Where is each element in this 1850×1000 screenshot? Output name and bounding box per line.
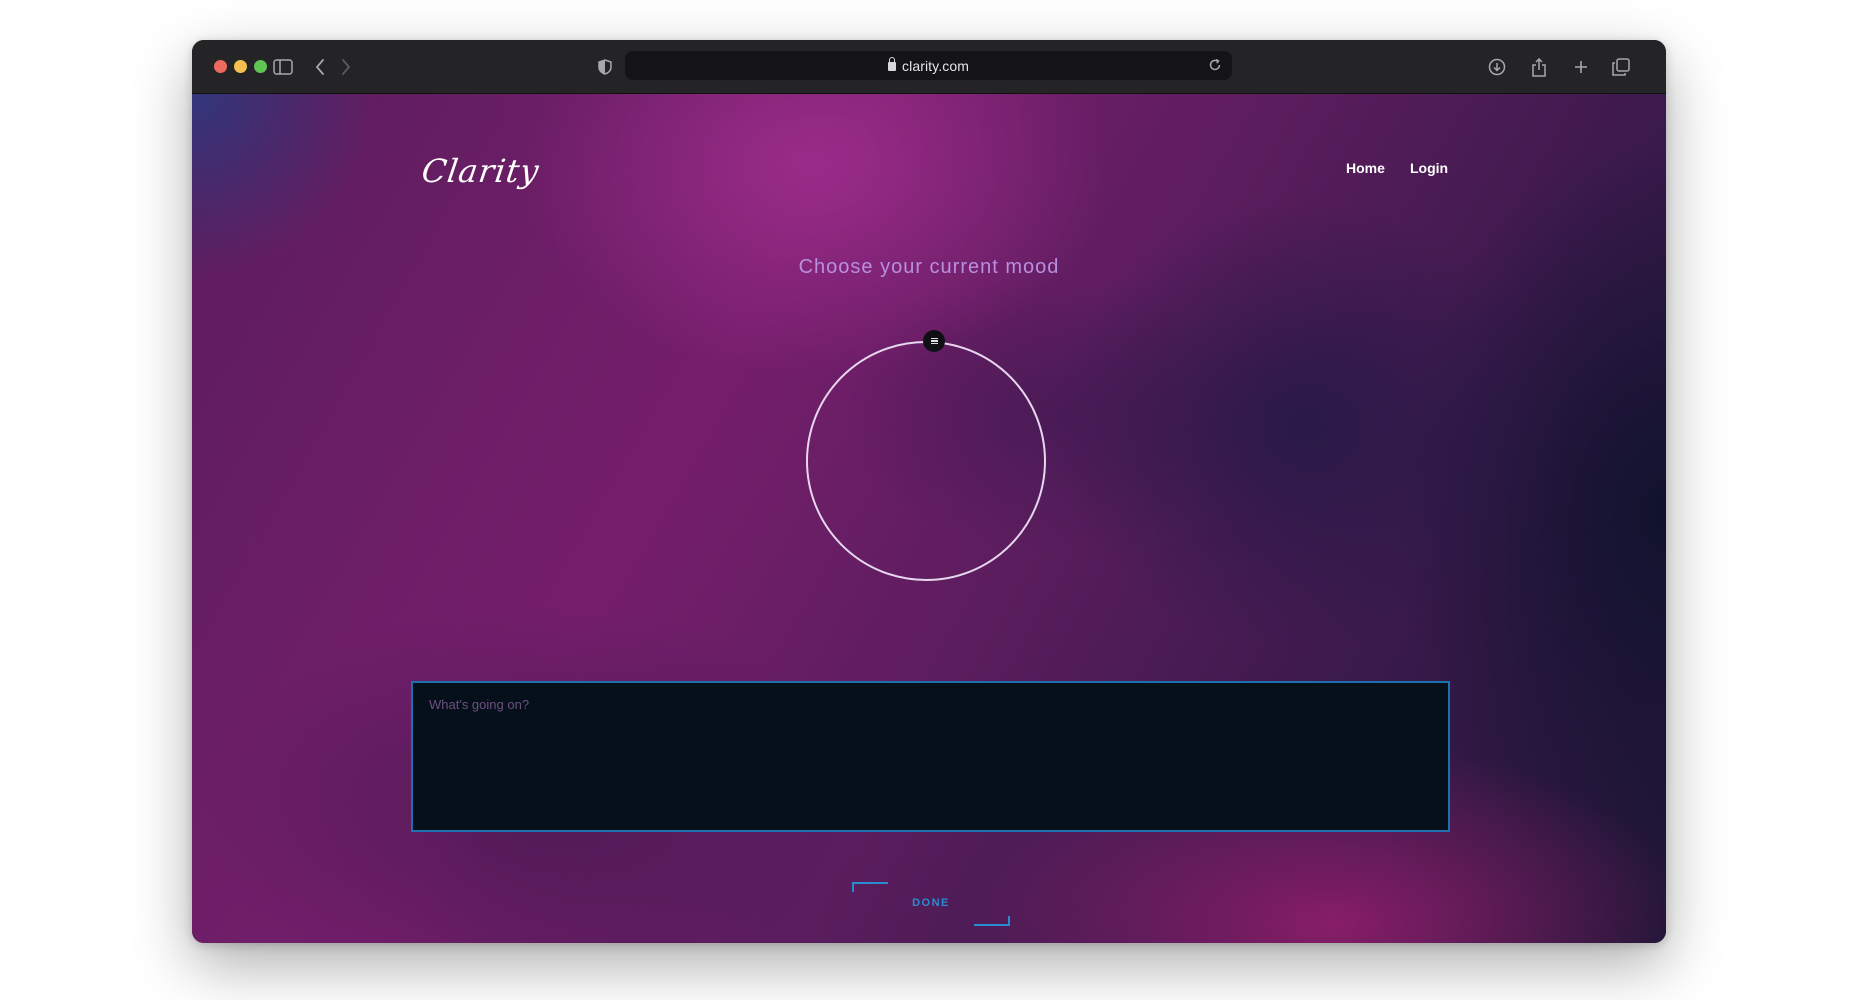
- browser-window: clarity.com Clarity Home Login Choose yo…: [192, 40, 1666, 943]
- close-window-button[interactable]: [214, 60, 227, 73]
- maximize-window-button[interactable]: [254, 60, 267, 73]
- site-logo[interactable]: Clarity: [419, 152, 542, 190]
- download-icon[interactable]: [1484, 54, 1510, 80]
- address-bar[interactable]: clarity.com: [625, 51, 1232, 80]
- nav-login[interactable]: Login: [1410, 160, 1448, 176]
- mood-handle-icon[interactable]: [923, 330, 945, 352]
- share-icon[interactable]: [1526, 54, 1552, 80]
- mood-heading: Choose your current mood: [798, 256, 1060, 278]
- page-viewport: Clarity Home Login Choose your current m…: [192, 94, 1666, 943]
- browser-toolbar: clarity.com: [192, 40, 1666, 94]
- minimize-window-button[interactable]: [234, 60, 247, 73]
- sidebar-icon[interactable]: [270, 54, 296, 80]
- done-corner-decoration: [852, 882, 888, 892]
- forward-icon[interactable]: [333, 54, 359, 80]
- lock-icon: [888, 57, 897, 71]
- mood-dial[interactable]: [806, 341, 1046, 581]
- nav-home[interactable]: Home: [1346, 160, 1385, 176]
- done-button[interactable]: DONE: [852, 882, 1010, 926]
- url-text: clarity.com: [902, 58, 969, 74]
- logo-text: Clarity: [419, 152, 542, 190]
- mood-notes-field[interactable]: [411, 681, 1450, 832]
- tabs-overview-icon[interactable]: [1608, 54, 1634, 80]
- new-tab-icon[interactable]: [1568, 54, 1594, 80]
- done-label: DONE: [912, 897, 950, 909]
- back-icon[interactable]: [307, 54, 333, 80]
- mood-notes-input[interactable]: [413, 683, 1448, 830]
- reload-icon[interactable]: [1208, 58, 1222, 77]
- shield-icon[interactable]: [592, 54, 618, 80]
- done-corner-decoration: [974, 916, 1010, 926]
